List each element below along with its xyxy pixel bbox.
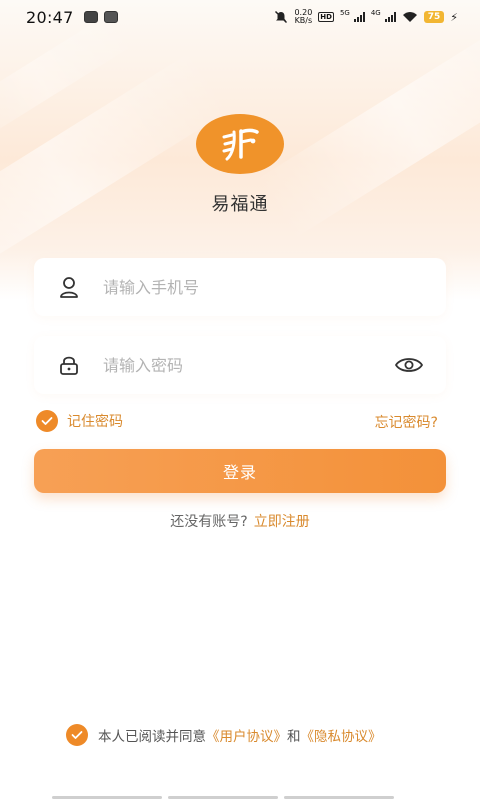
agreement-conjunction: 和 — [287, 729, 301, 745]
user-icon — [58, 276, 80, 298]
charging-icon: ⚡ — [450, 10, 458, 24]
yifutong-logo-icon — [222, 128, 259, 161]
agreement-check-icon[interactable] — [66, 724, 88, 746]
hd-icon: HD — [318, 12, 334, 22]
notification-icon — [83, 11, 98, 23]
privacy-agreement-link[interactable]: 《隐私协议》 — [301, 725, 382, 745]
app-logo — [196, 114, 284, 174]
phone-input[interactable] — [103, 277, 373, 297]
eye-icon[interactable] — [394, 352, 424, 378]
login-button[interactable]: 登录 — [34, 449, 446, 493]
net-speed: 0.20 KB/s — [294, 8, 313, 25]
password-input[interactable] — [103, 355, 373, 375]
register-link[interactable]: 立即注册 — [254, 514, 310, 530]
remember-password-toggle[interactable]: 记住密码 — [36, 410, 123, 432]
user-agreement-link[interactable]: 《用户协议》 — [206, 725, 287, 745]
phone-field[interactable] — [34, 258, 446, 316]
agreement-row: 本人已阅读并同意 《用户协议》 和 《隐私协议》 — [66, 724, 382, 746]
password-field[interactable] — [34, 336, 446, 394]
check-icon[interactable] — [36, 410, 58, 432]
forgot-password-link[interactable]: 忘记密码? — [375, 412, 438, 432]
lock-icon — [58, 354, 80, 376]
signal-5g-icon — [353, 12, 365, 22]
wifi-icon — [402, 12, 417, 22]
agreement-prefix: 本人已阅读并同意 — [98, 729, 206, 745]
mute-icon — [275, 10, 288, 24]
signal-4g-icon — [384, 12, 396, 22]
register-prompt: 还没有账号? — [170, 514, 248, 530]
register-row: 还没有账号? 立即注册 — [0, 511, 480, 531]
status-time: 20:47 — [26, 7, 74, 27]
home-indicator — [52, 796, 394, 799]
app-name: 易福通 — [211, 194, 269, 215]
remember-password-label[interactable]: 记住密码 — [67, 411, 123, 431]
battery-indicator: 75 — [423, 11, 445, 23]
app-notification-icon — [103, 11, 118, 23]
status-bar: 20:47 0.20 KB/s HD 5G 4G 75 ⚡ — [26, 7, 458, 27]
